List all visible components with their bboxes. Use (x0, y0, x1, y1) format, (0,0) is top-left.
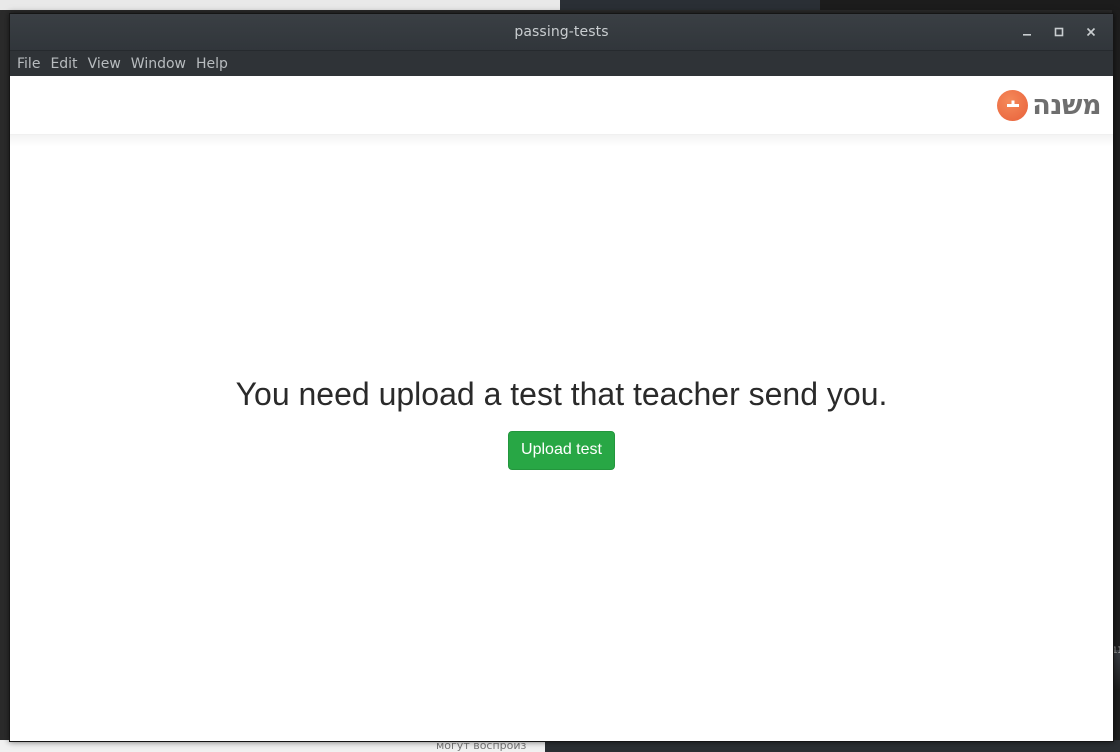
app-content: משנה You need upload a test that teacher… (10, 76, 1113, 741)
app-window: passing-tests File Edit View Window Help… (9, 13, 1114, 742)
logo-text: משנה (1032, 89, 1101, 121)
menu-file[interactable]: File (16, 56, 46, 72)
menu-window[interactable]: Window (130, 56, 192, 72)
app-logo[interactable]: משנה (997, 89, 1101, 121)
menu-view[interactable]: View (87, 56, 127, 72)
window-title: passing-tests (514, 24, 609, 40)
header-divider (10, 134, 1113, 147)
maximize-icon (1054, 27, 1064, 37)
desktop-background: могут воспроиз 1II passing-tests (0, 0, 1120, 752)
menu-edit[interactable]: Edit (49, 56, 83, 72)
background-window-strip (0, 0, 1120, 10)
app-header: משנה (10, 76, 1113, 134)
instruction-message: You need upload a test that teacher send… (235, 376, 888, 412)
maximize-button[interactable] (1043, 18, 1075, 46)
minus-badge-icon (997, 89, 1029, 121)
minimize-button[interactable] (1011, 18, 1043, 46)
window-titlebar[interactable]: passing-tests (10, 14, 1113, 51)
close-button[interactable] (1075, 18, 1107, 46)
menubar: File Edit View Window Help (10, 51, 1113, 76)
minimize-icon (1022, 27, 1032, 37)
menu-help[interactable]: Help (195, 56, 234, 72)
main-area: You need upload a test that teacher send… (10, 376, 1113, 470)
close-icon (1086, 27, 1096, 37)
window-controls (1011, 14, 1107, 50)
upload-test-button[interactable]: Upload test (508, 431, 615, 470)
